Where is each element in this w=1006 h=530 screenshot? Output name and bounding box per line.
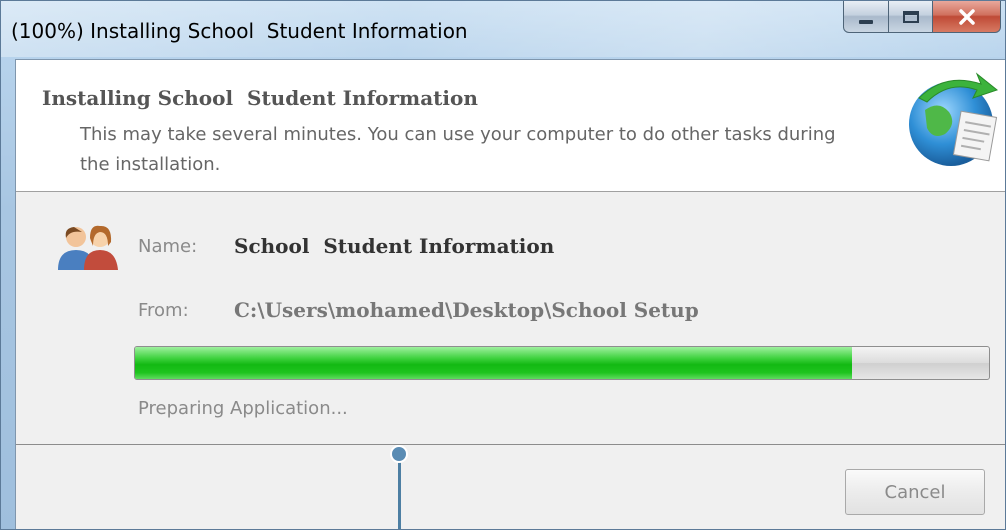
- installer-window: (100%) Installing School Student Informa…: [0, 0, 1006, 530]
- header-panel: Installing School Student Information Th…: [16, 60, 1005, 192]
- maximize-button[interactable]: [889, 1, 933, 33]
- users-icon: [58, 225, 118, 270]
- footer-panel: Cancel: [16, 444, 1005, 529]
- details-panel: Name: School Student Information From: C…: [16, 192, 1005, 444]
- title-bar[interactable]: (100%) Installing School Student Informa…: [1, 1, 1005, 57]
- callout-line: [398, 453, 401, 529]
- application-name: School Student Information: [234, 234, 555, 258]
- progress-status: Preparing Application...: [138, 398, 348, 419]
- progress-fill: [135, 347, 853, 379]
- maximize-icon: [902, 10, 919, 23]
- cancel-button[interactable]: Cancel: [845, 469, 985, 515]
- callout-marker: [390, 445, 408, 463]
- header-description: This may take several minutes. You can u…: [80, 124, 836, 175]
- name-label: Name:: [138, 236, 198, 257]
- close-icon: [958, 8, 975, 25]
- minimize-icon: [859, 19, 873, 24]
- installer-client-area: Installing School Student Information Th…: [15, 59, 1005, 529]
- header-title: Installing School Student Information: [42, 86, 478, 110]
- close-button[interactable]: [933, 1, 1001, 33]
- from-label: From:: [138, 300, 189, 321]
- minimize-button[interactable]: [843, 1, 889, 33]
- install-source-path: C:\Users\mohamed\Desktop\School Setup: [234, 298, 699, 322]
- caption-buttons: [843, 1, 1001, 35]
- install-progress-bar: [134, 346, 990, 380]
- window-title: (100%) Installing School Student Informa…: [11, 19, 468, 43]
- setup-globe-icon: [909, 72, 999, 166]
